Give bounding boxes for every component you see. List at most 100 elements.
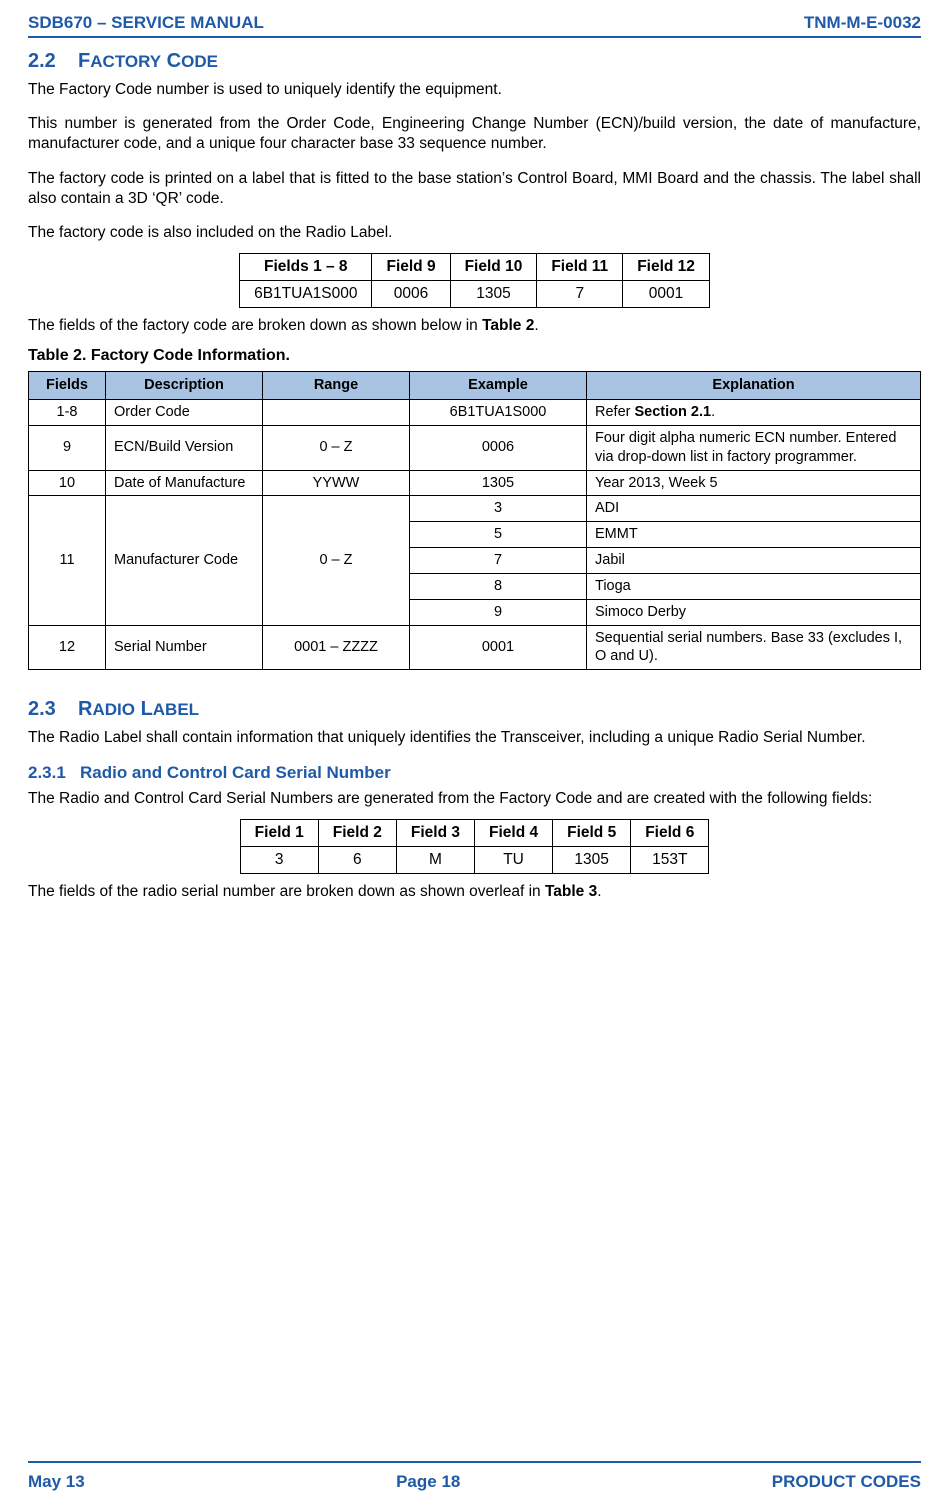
section-2-3-heading: 2.3 RADIO LABEL bbox=[28, 696, 921, 722]
section-2-2-heading: 2.2 FACTORY CODE bbox=[28, 48, 921, 74]
radio-serial-example-table: Field 1 Field 2 Field 3 Field 4 Field 5 … bbox=[240, 819, 710, 874]
heading-word: FACTORY bbox=[78, 50, 161, 72]
th: Field 12 bbox=[623, 253, 710, 280]
th: Field 4 bbox=[475, 819, 553, 846]
th: Field 10 bbox=[450, 253, 537, 280]
footer-right: PRODUCT CODES bbox=[772, 1471, 921, 1493]
th: Field 2 bbox=[318, 819, 396, 846]
td: YYWW bbox=[263, 470, 410, 496]
text: Refer bbox=[595, 404, 635, 420]
para: The Radio and Control Card Serial Number… bbox=[28, 789, 921, 809]
th: Field 6 bbox=[631, 819, 709, 846]
td: 9 bbox=[410, 599, 587, 625]
ref-section-2-1: Section 2.1 bbox=[635, 404, 712, 420]
cap: C bbox=[167, 50, 181, 72]
td: 3 bbox=[240, 846, 318, 873]
header-left: SDB670 – SERVICE MANUAL bbox=[28, 12, 264, 34]
table-row: 12 Serial Number 0001 – ZZZZ 0001 Sequen… bbox=[29, 625, 921, 670]
th: Field 11 bbox=[537, 253, 623, 280]
section-2-3-1-heading: 2.3.1 Radio and Control Card Serial Numb… bbox=[28, 762, 921, 784]
footer-rule bbox=[28, 1461, 921, 1463]
td: 5 bbox=[410, 522, 587, 548]
header-rule bbox=[28, 36, 921, 38]
header-right: TNM-M-E-0032 bbox=[804, 12, 921, 34]
td: 1-8 bbox=[29, 400, 106, 426]
text: The fields of the factory code are broke… bbox=[28, 317, 482, 334]
td: 6B1TUA1S000 bbox=[410, 400, 587, 426]
table-row: 11 Manufacturer Code 0 – Z 3 ADI bbox=[29, 496, 921, 522]
td: 6B1TUA1S000 bbox=[240, 281, 372, 308]
td: Year 2013, Week 5 bbox=[587, 470, 921, 496]
ref-table-2: Table 2 bbox=[482, 317, 534, 334]
td: 0001 – ZZZZ bbox=[263, 625, 410, 670]
th: Field 5 bbox=[553, 819, 631, 846]
td: 12 bbox=[29, 625, 106, 670]
para: The factory code is printed on a label t… bbox=[28, 169, 921, 209]
td: ADI bbox=[587, 496, 921, 522]
table-row: 1-8 Order Code 6B1TUA1S000 Refer Section… bbox=[29, 400, 921, 426]
td: 9 bbox=[29, 425, 106, 470]
td: 6 bbox=[318, 846, 396, 873]
td: Four digit alpha numeric ECN number. Ent… bbox=[587, 425, 921, 470]
heading-word: LABEL bbox=[141, 698, 200, 720]
th: Description bbox=[106, 372, 263, 400]
td: 10 bbox=[29, 470, 106, 496]
td: 7 bbox=[410, 548, 587, 574]
th: Example bbox=[410, 372, 587, 400]
rest: ADIO bbox=[93, 700, 136, 719]
subsection-title: Radio and Control Card Serial Number bbox=[80, 763, 391, 782]
td: M bbox=[396, 846, 474, 873]
td: 1305 bbox=[410, 470, 587, 496]
th: Range bbox=[263, 372, 410, 400]
rest: ABEL bbox=[153, 700, 199, 719]
td: Order Code bbox=[106, 400, 263, 426]
cap: R bbox=[78, 698, 92, 720]
td: Manufacturer Code bbox=[106, 496, 263, 625]
td: Tioga bbox=[587, 573, 921, 599]
td: Sequential serial numbers. Base 33 (excl… bbox=[587, 625, 921, 670]
para: The Factory Code number is used to uniqu… bbox=[28, 80, 921, 100]
td bbox=[263, 400, 410, 426]
th: Fields 1 – 8 bbox=[240, 253, 372, 280]
td: Serial Number bbox=[106, 625, 263, 670]
th: Field 3 bbox=[396, 819, 474, 846]
td: 0 – Z bbox=[263, 425, 410, 470]
table-row: 6B1TUA1S000 0006 1305 7 0001 bbox=[240, 281, 710, 308]
td: 0006 bbox=[410, 425, 587, 470]
td: Jabil bbox=[587, 548, 921, 574]
td: ECN/Build Version bbox=[106, 425, 263, 470]
para: The Radio Label shall contain informatio… bbox=[28, 728, 921, 748]
td: Date of Manufacture bbox=[106, 470, 263, 496]
td: 1305 bbox=[450, 281, 537, 308]
td: EMMT bbox=[587, 522, 921, 548]
page-footer: May 13 Page 18 PRODUCT CODES bbox=[28, 1471, 921, 1493]
rest: ACTORY bbox=[90, 52, 161, 71]
table-row: 10 Date of Manufacture YYWW 1305 Year 20… bbox=[29, 470, 921, 496]
heading-word: CODE bbox=[167, 50, 218, 72]
para: This number is generated from the Order … bbox=[28, 114, 921, 154]
td: Simoco Derby bbox=[587, 599, 921, 625]
section-num: 2.3 bbox=[28, 698, 56, 720]
td: 3 bbox=[410, 496, 587, 522]
table-2-factory-code-info: Fields Description Range Example Explana… bbox=[28, 371, 921, 670]
ref-table-3: Table 3 bbox=[545, 883, 597, 900]
heading-word: RADIO bbox=[78, 698, 135, 720]
td: 11 bbox=[29, 496, 106, 625]
section-num: 2.2 bbox=[28, 50, 56, 72]
cap: F bbox=[78, 50, 90, 72]
th: Explanation bbox=[587, 372, 921, 400]
td: 7 bbox=[537, 281, 623, 308]
td: 1305 bbox=[553, 846, 631, 873]
text: . bbox=[534, 317, 538, 334]
td: 0001 bbox=[623, 281, 710, 308]
table-row: Fields 1 – 8 Field 9 Field 10 Field 11 F… bbox=[240, 253, 710, 280]
td: Refer Section 2.1. bbox=[587, 400, 921, 426]
factory-code-example-table: Fields 1 – 8 Field 9 Field 10 Field 11 F… bbox=[239, 253, 710, 308]
th: Field 1 bbox=[240, 819, 318, 846]
th: Field 9 bbox=[372, 253, 450, 280]
td: 0006 bbox=[372, 281, 450, 308]
subsection-num: 2.3.1 bbox=[28, 763, 66, 782]
table-row: 9 ECN/Build Version 0 – Z 0006 Four digi… bbox=[29, 425, 921, 470]
table-row: 3 6 M TU 1305 153T bbox=[240, 846, 709, 873]
footer-left: May 13 bbox=[28, 1471, 85, 1493]
